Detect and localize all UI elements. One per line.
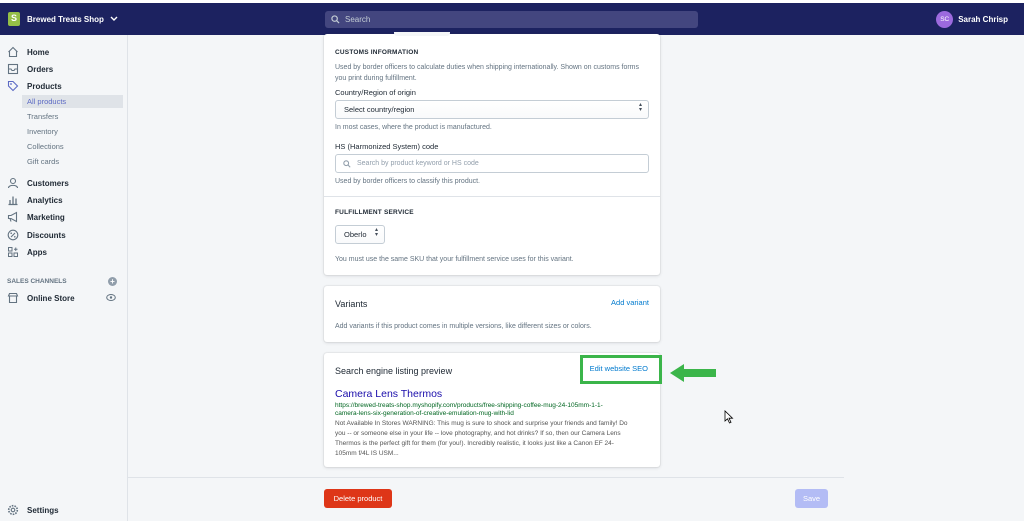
country-help: In most cases, where the product is manu… — [335, 124, 492, 131]
green-arrow-icon — [670, 364, 716, 382]
tag-icon — [6, 80, 19, 93]
seo-preview-description-line-2: you -- or someone else in your life -- l… — [335, 430, 621, 437]
sidebar-item-customers[interactable]: Customers — [6, 176, 69, 190]
sidebar-subitem-collections[interactable]: Collections — [22, 140, 123, 153]
shop-switcher[interactable]: Brewed Treats Shop — [8, 11, 118, 27]
sidebar-item-marketing[interactable]: Marketing — [6, 210, 65, 224]
fulfillment-service-value: Oberlo — [344, 230, 367, 239]
fulfillment-help: You must use the same SKU that your fulf… — [335, 256, 574, 263]
variants-title: Variants — [335, 299, 368, 309]
top-edge — [0, 0, 1024, 3]
user-menu[interactable]: SC Sarah Chrisp — [936, 11, 1008, 28]
sidebar-item-label: Customers — [27, 178, 69, 188]
sidebar-item-label: Marketing — [27, 212, 65, 222]
store-icon — [6, 292, 19, 305]
gear-icon — [6, 504, 19, 517]
sidebar: Home Orders Products All products Transf… — [0, 35, 128, 521]
sidebar-subitem-all-products[interactable]: All products — [22, 95, 123, 108]
customs-title: CUSTOMS INFORMATION — [335, 49, 419, 56]
apps-icon — [6, 246, 19, 259]
megaphone-icon — [6, 211, 19, 224]
person-icon — [6, 177, 19, 190]
seo-preview-title: Camera Lens Thermos — [335, 388, 443, 400]
search-icon — [331, 15, 340, 24]
card-tab-remnant — [394, 32, 450, 36]
sidebar-item-label: Home — [27, 47, 50, 57]
sidebar-subitem-inventory[interactable]: Inventory — [22, 125, 123, 138]
select-arrows-icon: ▴ ▾ — [374, 227, 378, 238]
sidebar-item-label: Products — [27, 81, 62, 91]
search-icon — [343, 159, 351, 168]
user-name: Sarah Chrisp — [958, 15, 1008, 24]
hs-code-search-input[interactable]: Search by product keyword or HS code — [335, 154, 649, 173]
footer-divider — [128, 477, 844, 478]
seo-title: Search engine listing preview — [335, 366, 453, 376]
sales-channels-label: SALES CHANNELS — [7, 278, 67, 285]
sidebar-item-label: Discounts — [27, 230, 66, 240]
sidebar-item-settings[interactable]: Settings — [6, 503, 59, 517]
sidebar-item-label: Settings — [27, 505, 59, 515]
search-placeholder: Search — [345, 15, 371, 24]
highlight-box — [580, 355, 662, 384]
country-select-value: Select country/region — [344, 105, 415, 114]
select-arrows-icon: ▴ ▾ — [638, 102, 642, 113]
country-label: Country/Region of origin — [335, 88, 416, 97]
sidebar-item-discounts[interactable]: Discounts — [6, 228, 66, 242]
hs-code-label: HS (Harmonized System) code — [335, 142, 439, 151]
variants-description: Add variants if this product comes in mu… — [335, 323, 592, 330]
shopify-logo-icon — [8, 12, 20, 26]
hs-code-placeholder: Search by product keyword or HS code — [357, 160, 479, 167]
sidebar-item-apps[interactable]: Apps — [6, 245, 47, 259]
sidebar-item-products[interactable]: Products — [6, 79, 62, 93]
variants-card: Variants Add variant Add variants if thi… — [324, 286, 660, 342]
fulfillment-service-select[interactable]: Oberlo ▴ ▾ — [335, 225, 385, 244]
sidebar-subitem-gift-cards[interactable]: Gift cards — [22, 155, 123, 168]
seo-preview-description-line-3: Thermos is the perfect gift for them (fo… — [335, 440, 614, 447]
home-icon — [6, 46, 19, 59]
sidebar-item-home[interactable]: Home — [6, 45, 49, 59]
bar-chart-icon — [6, 194, 19, 207]
add-variant-link[interactable]: Add variant — [611, 298, 649, 307]
search-input[interactable]: Search — [325, 11, 698, 28]
top-bar: Brewed Treats Shop Search SC Sarah Chris… — [0, 0, 1024, 35]
sidebar-subitem-transfers[interactable]: Transfers — [22, 110, 123, 123]
country-select[interactable]: Select country/region ▴ ▾ — [335, 100, 649, 119]
divider — [324, 196, 660, 197]
discount-icon — [6, 229, 19, 242]
sidebar-item-label: Orders — [27, 64, 54, 74]
sidebar-item-label: Analytics — [27, 195, 63, 205]
delete-product-button[interactable]: Delete product — [324, 489, 392, 508]
sidebar-item-label: Online Store — [27, 293, 75, 303]
sidebar-item-online-store[interactable]: Online Store — [6, 291, 118, 305]
shipping-card: CUSTOMS INFORMATION Used by border offic… — [324, 32, 660, 275]
fulfillment-title: FULFILLMENT SERVICE — [335, 209, 414, 216]
sales-channels-header: SALES CHANNELS + — [7, 277, 117, 286]
hs-code-help: Used by border officers to classify this… — [335, 178, 480, 185]
orders-icon — [6, 63, 19, 76]
sidebar-item-analytics[interactable]: Analytics — [6, 193, 63, 207]
sidebar-item-orders[interactable]: Orders — [6, 62, 53, 76]
customs-description: Used by border officers to calculate dut… — [335, 64, 640, 82]
avatar: SC — [936, 11, 954, 28]
add-channel-icon[interactable]: + — [108, 277, 117, 286]
eye-icon[interactable] — [106, 293, 116, 304]
seo-preview-description-line-1: Not Available In Stores WARNING: This mu… — [335, 420, 628, 427]
save-button[interactable]: Save — [795, 489, 828, 508]
chevron-down-icon — [110, 15, 118, 24]
sidebar-item-label: Apps — [27, 247, 47, 257]
mouse-cursor-icon — [724, 410, 734, 424]
shop-name: Brewed Treats Shop — [27, 14, 104, 24]
seo-preview-description-line-4: 105mm f/4L IS USM... — [335, 450, 399, 457]
seo-preview-url-line-2: camera-lens-six-generation-of-creative-e… — [335, 410, 514, 417]
